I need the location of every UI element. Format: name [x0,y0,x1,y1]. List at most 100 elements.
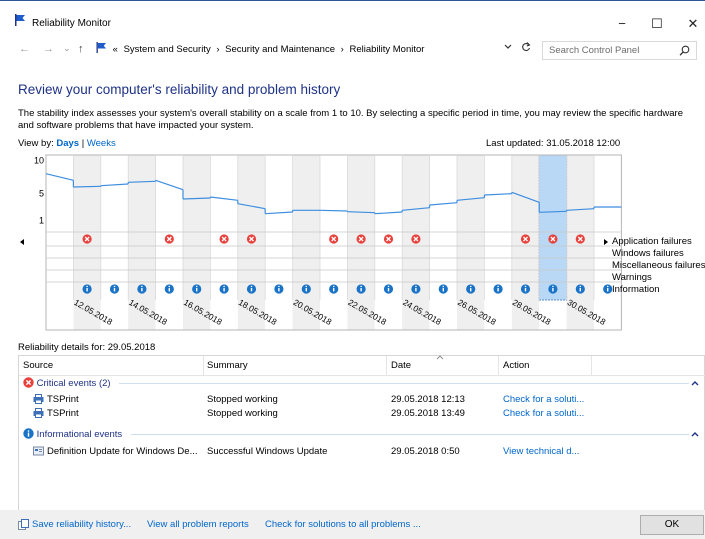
forward-button[interactable]: → [43,43,54,55]
update-icon [33,446,44,456]
info-glyph [497,288,499,292]
printer-icon [33,408,44,418]
back-button[interactable]: ← [19,43,30,55]
breadcrumb-item[interactable]: Security and Maintenance [225,44,335,55]
info-glyph [470,288,472,292]
check-solution-link[interactable]: Check for a soluti... [503,394,584,405]
info-icon [548,284,558,294]
info-glyph [360,285,362,288]
details-table: Source Summary Date Action Critical even… [18,355,705,512]
info-glyph [552,288,554,292]
info-icon [23,428,34,439]
breadcrumb-separator[interactable]: › [216,44,219,55]
check-solution-link[interactable]: Check for a soluti... [503,408,584,419]
info-glyph [250,285,253,288]
address-bar: ← → ⌄ ↑ « System and Security › Security… [0,38,705,62]
info-glyph [141,285,143,288]
column-divider[interactable] [498,356,499,375]
column-header-date[interactable]: Date [391,360,411,371]
row-source: TSPrint [47,408,79,419]
close-button[interactable]: ✕ [670,11,705,37]
row-summary: Successful Windows Update [207,446,328,457]
info-glyph [113,285,116,288]
view-by-label: View by: [18,138,54,149]
footer: Save reliability history... View all pro… [0,510,705,539]
info-glyph [223,288,225,292]
info-glyph [86,285,88,288]
info-icon [192,284,202,294]
info-glyph [387,285,390,288]
column-header-source[interactable]: Source [23,360,53,371]
row-source: TSPrint [47,394,79,405]
info-icon [520,284,531,294]
column-header-summary[interactable]: Summary [207,360,248,371]
reliability-chart[interactable]: 1051 12.05.2018 14.05.2018 16.05.2018 18.05… [18,152,705,337]
page-title: Review your computer's reliability and p… [18,82,341,97]
breadcrumb-overflow[interactable]: « [113,44,118,55]
row-source: Definition Update for Windows De... [47,446,198,457]
info-icon [356,284,366,294]
up-button[interactable]: ↑ [78,43,84,55]
breadcrumb-item[interactable]: System and Security [124,44,211,55]
refresh-icon [522,42,531,52]
recent-pages-dropdown[interactable]: ⌄ [63,43,71,54]
stability-segment [319,209,348,212]
info-icon [219,284,229,294]
info-glyph [141,288,143,292]
column-divider[interactable] [203,356,204,375]
info-glyph [552,285,554,288]
column-divider[interactable] [386,356,387,375]
error-icon [383,234,394,244]
ok-button[interactable]: OK [640,515,704,535]
chevron-down-icon [504,44,512,49]
row-summary: Stopped working [207,408,278,419]
info-icon [274,284,284,294]
collapse-chevron-icon[interactable] [691,380,699,386]
informational-events-group[interactable]: Informational events [23,428,122,440]
breadcrumb-item[interactable]: Reliability Monitor [349,44,424,55]
view-technical-details-link[interactable]: View technical d... [503,446,579,457]
info-glyph [579,285,581,288]
breadcrumb-separator[interactable]: › [341,44,344,55]
view-all-reports-link[interactable]: View all problem reports [147,519,249,530]
view-separator: | [81,138,85,149]
table-row[interactable]: TSPrint Stopped working 29.05.2018 13:49… [31,407,701,420]
column-divider[interactable] [591,356,592,375]
last-updated: Last updated: 31.05.2018 12:00 [486,138,621,149]
critical-events-group[interactable]: Critical events (2) [23,377,111,389]
info-icon [109,284,120,294]
address-history-dropdown[interactable] [504,43,512,52]
info-glyph [168,288,170,292]
breadcrumb[interactable]: « System and Security › Security and Mai… [96,41,536,59]
scroll-left-icon[interactable] [20,239,24,245]
flag-icon [96,42,106,53]
view-days-link[interactable]: Days [56,138,79,149]
day-column [100,155,129,330]
collapse-chevron-icon[interactable] [691,431,699,437]
info-glyph [113,288,116,292]
info-glyph [524,288,527,292]
row-date: 29.05.2018 13:49 [391,408,465,419]
selected-day-column [538,154,568,301]
stability-y-axis: 10 5 1 [34,155,44,225]
info-glyph [442,288,444,292]
check-all-solutions-link[interactable]: Check for solutions to all problems ... [265,519,421,530]
view-weeks-link[interactable]: Weeks [87,138,116,149]
error-icon [164,234,174,244]
y-tick-label: 10 [34,155,44,165]
info-glyph [278,285,280,288]
info-icon [164,284,174,294]
table-row[interactable]: TSPrint Stopped working 29.05.2018 12:13… [31,393,701,406]
column-header-action[interactable]: Action [503,360,529,371]
info-glyph [333,288,335,292]
info-icon [246,284,257,294]
info-glyph [524,285,527,288]
search-icon[interactable] [679,45,690,56]
info-glyph [579,288,581,292]
refresh-button[interactable] [521,41,531,55]
info-icon [493,284,503,294]
sort-chevron-icon [436,355,444,360]
save-history-link[interactable]: Save reliability history... [32,519,131,530]
table-row[interactable]: Definition Update for Windows De... Succ… [31,445,701,458]
search-input[interactable]: Search Control Panel [542,41,697,60]
